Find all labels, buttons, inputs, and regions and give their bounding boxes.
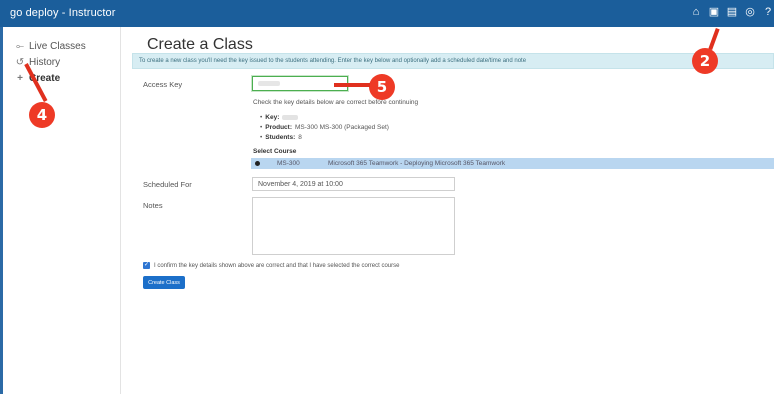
course-option-row[interactable]: MS-300 Microsoft 365 Teamwork - Deployin… xyxy=(251,158,774,169)
detail-product: • Product: MS-300 MS-300 (Packaged Set) xyxy=(260,124,389,131)
course-radio[interactable] xyxy=(255,161,260,166)
sidebar-item-label: Live Classes xyxy=(29,41,86,52)
info-banner: To create a new class you'll need the ke… xyxy=(132,53,774,69)
account-icon[interactable]: ◎ xyxy=(744,5,756,19)
callout-2-badge: 2 xyxy=(692,48,718,74)
help-icon[interactable]: ? xyxy=(762,5,774,19)
callout-5-arrow xyxy=(334,83,370,87)
scheduled-for-input[interactable]: November 4, 2019 at 10:00 xyxy=(252,177,455,191)
redacted-key xyxy=(282,115,299,120)
redacted-key-value xyxy=(258,81,280,86)
top-nav-bar: go deploy - Instructor ⌂ ▣ ▤ ◎ ? xyxy=(0,0,774,27)
notes-label: Notes xyxy=(143,201,163,210)
confirm-text: I confirm the key details shown above ar… xyxy=(154,262,400,269)
plus-icon: + xyxy=(17,73,23,84)
sidebar-item-label: History xyxy=(29,57,61,68)
check-details-text: Check the key details below are correct … xyxy=(253,99,419,106)
history-icon: ↺ xyxy=(15,57,25,68)
course-code: MS-300 xyxy=(277,160,300,167)
confirm-row[interactable]: ✓ I confirm the key details shown above … xyxy=(143,262,399,269)
confirm-checkbox[interactable]: ✓ xyxy=(143,262,150,269)
sidebar: ⟜ Live Classes ↺ History + Create xyxy=(3,27,121,394)
callout-4-badge: 4 xyxy=(29,102,55,128)
create-class-button[interactable]: Create Class xyxy=(143,276,185,289)
scheduled-for-label: Scheduled For xyxy=(143,180,192,189)
app-title: go deploy - Instructor xyxy=(10,7,116,19)
detail-students: • Students: 8 xyxy=(260,134,302,141)
callout-5-badge: 5 xyxy=(369,74,395,100)
students-icon[interactable]: ▤ xyxy=(726,5,738,19)
classes-icon[interactable]: ▣ xyxy=(708,5,720,19)
top-nav-icons: ⌂ ▣ ▤ ◎ ? xyxy=(690,5,774,19)
notes-textarea[interactable] xyxy=(252,197,455,255)
live-classes-icon: ⟜ xyxy=(16,41,24,52)
page-title: Create a Class xyxy=(147,36,253,53)
sidebar-item-history[interactable]: ↺ History xyxy=(15,57,60,68)
detail-key: • Key: xyxy=(260,113,389,123)
course-name: Microsoft 365 Teamwork - Deploying Micro… xyxy=(328,160,506,167)
sidebar-item-live-classes[interactable]: ⟜ Live Classes xyxy=(15,41,86,52)
access-key-label: Access Key xyxy=(143,80,183,89)
home-icon[interactable]: ⌂ xyxy=(690,5,702,19)
scheduled-for-value: November 4, 2019 at 10:00 xyxy=(258,180,343,188)
select-course-label: Select Course xyxy=(253,148,297,155)
key-details-list: • Key: • Product: MS-300 MS-300 (Packaged… xyxy=(260,113,389,143)
